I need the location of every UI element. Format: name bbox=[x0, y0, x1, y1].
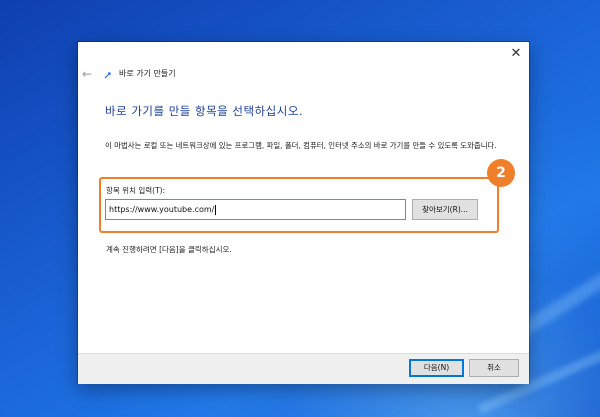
close-icon[interactable]: ✕ bbox=[509, 47, 523, 61]
annotation-step-badge: 2 bbox=[487, 159, 515, 187]
location-label: 항목 위치 입력(T): bbox=[106, 186, 166, 195]
location-input[interactable]: https://www.youtube.com/ bbox=[105, 199, 406, 220]
cancel-button[interactable]: 취소 bbox=[469, 359, 519, 377]
wizard-description: 이 마법사는 로컬 또는 네트워크상에 있는 프로그램, 파일, 폴더, 컴퓨터… bbox=[105, 141, 497, 150]
text-caret bbox=[215, 204, 217, 215]
location-input-value: https://www.youtube.com/ bbox=[109, 205, 215, 214]
window-title: 바로 가기 만들기 bbox=[119, 69, 176, 78]
browse-button[interactable]: 찾아보기(R)... bbox=[412, 199, 478, 220]
shortcut-wizard-icon bbox=[104, 71, 112, 79]
create-shortcut-dialog: ✕ ← 바로 가기 만들기 바로 가기를 만들 항목을 선택하십시오. 이 마법… bbox=[78, 42, 529, 384]
page-heading: 바로 가기를 만들 항목을 선택하십시오. bbox=[105, 104, 304, 118]
back-arrow-icon[interactable]: ← bbox=[82, 67, 96, 81]
continue-hint: 계속 진행하려면 [다음]을 클릭하십시오. bbox=[106, 245, 232, 254]
next-button[interactable]: 다음(N) bbox=[409, 359, 464, 377]
